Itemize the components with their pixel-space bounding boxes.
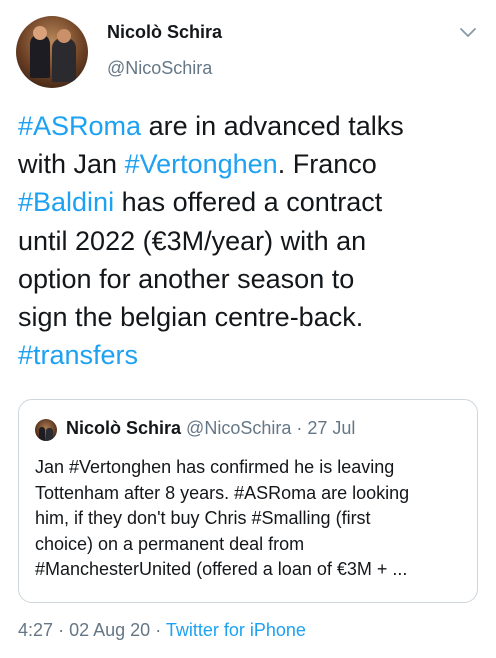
quoted-tweet-text: Jan #Vertonghen has confirmed he is leav… — [35, 455, 465, 583]
author-name[interactable]: Nicolò Schira — [107, 22, 222, 43]
avatar-head-right — [57, 29, 71, 43]
tweet-text-line: with Jan #Vertonghen. Franco — [18, 145, 484, 183]
tweet-text-line: sign the belgian centre-back. — [18, 298, 484, 336]
tweet-footer: 4:27 · 02 Aug 20 · Twitter for iPhone — [18, 620, 306, 641]
quoted-text-line: him, if they don't buy Chris #Smalling (… — [35, 508, 371, 528]
tweet-text: #ASRoma are in advanced talks with Jan #V… — [18, 107, 484, 374]
quoted-author-avatar — [35, 419, 57, 441]
tweet-text-line: until 2022 (€3M/year) with an — [18, 222, 484, 260]
hashtag-link[interactable]: #Baldini — [18, 187, 114, 217]
tweet-text-segment: has offered a contract — [114, 187, 383, 218]
tweet-text-line: option for another season to — [18, 260, 484, 298]
tweet-text-line: #Baldini has offered a contract — [18, 183, 484, 221]
quoted-text-line: Jan #Vertonghen has confirmed he is leav… — [35, 457, 395, 477]
tweet-time[interactable]: 4:27 — [18, 620, 53, 640]
quoted-text-line: choice) on a permanent deal from — [35, 533, 305, 554]
quoted-author-name: Nicolò Schira — [66, 418, 182, 438]
tweet-text-segment: option for another season to — [18, 263, 355, 294]
quoted-text-line: #ManchesterUnited (offered a loan of €3M… — [35, 559, 408, 579]
tweet-text-segment: with Jan — [18, 149, 125, 180]
footer-separator: · — [58, 620, 65, 640]
quoted-tweet-header: Nicolò Schira @NicoSchira · 27 Jul — [66, 418, 355, 439]
avatar-figure-left — [30, 34, 50, 78]
author-avatar[interactable] — [16, 16, 88, 88]
hashtag-link[interactable]: #transfers — [18, 340, 138, 370]
quoted-author-handle: @NicoSchira — [186, 418, 292, 438]
tweet-text-segment: . Franco — [277, 149, 377, 180]
footer-separator: · — [155, 620, 162, 640]
avatar-figure-right — [52, 38, 76, 82]
tweet-text-segment: sign the belgian centre-back. — [18, 302, 364, 333]
tweet-date[interactable]: 02 Aug 20 — [69, 620, 150, 640]
quoted-tweet-card[interactable]: Nicolò Schira @NicoSchira · 27 Jul Jan #… — [18, 399, 478, 603]
tweet-text-line: #ASRoma are in advanced talks — [18, 107, 484, 145]
hashtag-link[interactable]: #ASRoma — [18, 111, 141, 141]
avatar-head-left — [33, 26, 47, 40]
chevron-down-icon[interactable] — [459, 26, 477, 40]
tweet-text-segment: until 2022 (€3M/year) with an — [18, 225, 367, 256]
hashtag-link[interactable]: #Vertonghen — [125, 149, 278, 179]
tweet-text-segment: are in advanced talks — [141, 111, 404, 141]
quoted-date: 27 Jul — [307, 418, 356, 438]
quoted-separator: · — [296, 418, 303, 438]
tweet-source-link[interactable]: Twitter for iPhone — [166, 620, 306, 640]
author-handle[interactable]: @NicoSchira — [107, 58, 212, 79]
tweet-text-line: #transfers — [18, 336, 484, 374]
quoted-text-line: Tottenham after 8 years. #ASRoma are loo… — [35, 482, 410, 503]
